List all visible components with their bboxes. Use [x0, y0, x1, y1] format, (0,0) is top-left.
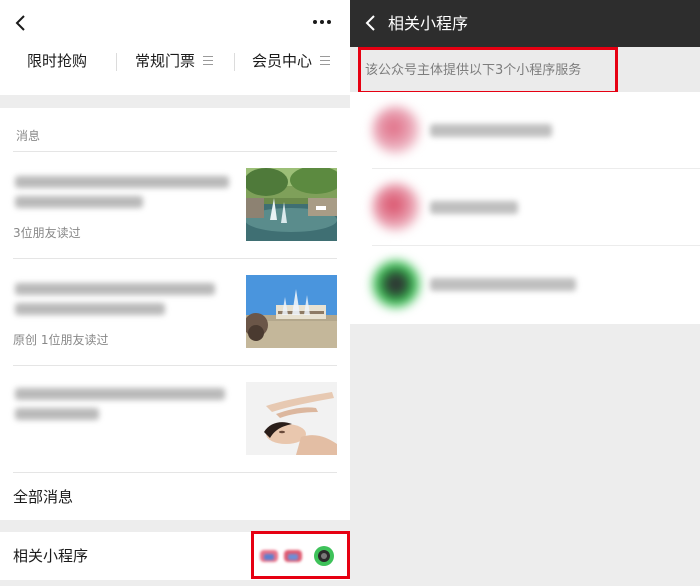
blurred-title: [15, 196, 143, 208]
blurred-title: [15, 408, 99, 420]
menu-label: 常规门票: [135, 52, 196, 70]
article-item[interactable]: [13, 365, 337, 472]
highlight-box-miniprograms: [251, 531, 350, 579]
header-bar: 相关小程序: [350, 0, 700, 47]
top-bar: 限时抢购 常规门票 会员中心: [0, 0, 350, 95]
account-menu: 限时抢购 常规门票 会员中心: [0, 48, 350, 76]
page-title: 相关小程序: [388, 14, 469, 33]
water-park-fountain-photo: [246, 275, 337, 348]
back-icon[interactable]: [362, 13, 382, 33]
submenu-icon: [203, 56, 214, 65]
menu-divider: [234, 53, 235, 71]
hot-spring-fountain-photo: [246, 168, 337, 241]
blurred-miniprogram-name: [430, 278, 576, 291]
blurred-title: [15, 176, 229, 188]
menu-item-tickets[interactable]: 常规门票: [135, 48, 214, 76]
miniprogram-icon: [372, 260, 420, 308]
article-item[interactable]: 3位朋友读过: [13, 151, 337, 258]
messages-card: 消息 3位朋友读过 原创 1位朋友读过 全部消息: [0, 108, 350, 520]
back-icon[interactable]: [12, 13, 32, 33]
miniprogram-list: [350, 92, 700, 324]
related-miniprograms-label: 相关小程序: [13, 547, 89, 565]
menu-item-member-center[interactable]: 会员中心: [252, 48, 331, 76]
submenu-icon: [320, 56, 331, 65]
miniprogram-icon: [372, 106, 420, 154]
miniprogram-item[interactable]: [350, 246, 700, 323]
blurred-title: [15, 283, 215, 295]
read-count: 3位朋友读过: [13, 226, 81, 240]
menu-divider: [116, 53, 117, 71]
messages-title: 消息: [16, 129, 41, 143]
highlight-box-info: [358, 47, 618, 94]
miniprogram-item[interactable]: [350, 92, 700, 169]
menu-item-flash-sale[interactable]: 限时抢购: [27, 48, 87, 76]
all-messages-link[interactable]: 全部消息: [13, 472, 337, 520]
more-options-icon[interactable]: [310, 12, 334, 32]
blurred-miniprogram-name: [430, 124, 552, 137]
read-count: 原创 1位朋友读过: [13, 333, 109, 347]
menu-label: 限时抢购: [27, 52, 88, 70]
spa-massage-photo: [246, 382, 337, 455]
related-miniprograms-panel: 相关小程序 该公众号主体提供以下3个小程序服务: [350, 0, 700, 586]
blurred-title: [15, 388, 225, 400]
miniprogram-icon: [372, 183, 420, 231]
blurred-title: [15, 303, 165, 315]
blurred-miniprogram-name: [430, 201, 518, 214]
article-item[interactable]: 原创 1位朋友读过: [13, 258, 337, 365]
menu-label: 会员中心: [252, 52, 313, 70]
official-account-panel: 限时抢购 常规门票 会员中心 消息 3位朋友读过 原创 1位朋友读过 全部消息 …: [0, 0, 350, 586]
miniprogram-item[interactable]: [350, 169, 700, 246]
